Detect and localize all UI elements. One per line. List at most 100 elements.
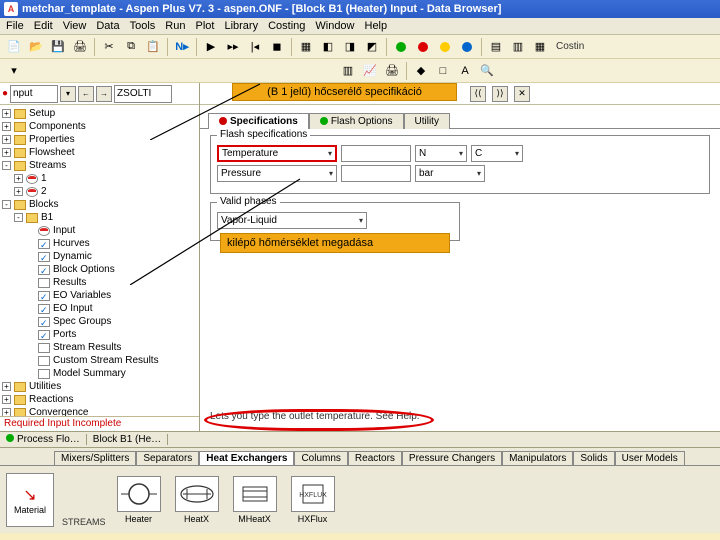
tree-node[interactable]: Input: [2, 224, 199, 237]
save-icon[interactable]: 💾: [48, 37, 68, 57]
tree-node[interactable]: EO Variables: [2, 289, 199, 302]
ptab-manip[interactable]: Manipulators: [502, 451, 573, 465]
nav-tree[interactable]: +Setup+Components+Properties+Flowsheet-S…: [0, 105, 199, 416]
ptab-separators[interactable]: Separators: [136, 451, 199, 465]
copy-icon[interactable]: ⧉: [121, 37, 141, 57]
nav-back-icon[interactable]: ←: [78, 86, 94, 102]
next-icon[interactable]: N▸: [172, 37, 192, 57]
palette-heatx[interactable]: HeatX: [172, 476, 222, 524]
ptab-heatx[interactable]: Heat Exchangers: [199, 451, 294, 465]
status-yellow-icon[interactable]: [435, 37, 455, 57]
collapse-icon[interactable]: ▾: [4, 61, 24, 81]
zoom-icon[interactable]: 🔍: [477, 61, 497, 81]
tree-node[interactable]: +Reactions: [2, 393, 199, 406]
ptab-columns[interactable]: Columns: [294, 451, 347, 465]
valid-phases-select[interactable]: Vapor-Liquid▾: [217, 212, 367, 229]
new-icon[interactable]: 📄: [4, 37, 24, 57]
text-icon[interactable]: A: [455, 61, 475, 81]
status-green-icon[interactable]: [391, 37, 411, 57]
cut-icon[interactable]: ✂: [99, 37, 119, 57]
tree-node[interactable]: Model Summary: [2, 367, 199, 380]
tree-node[interactable]: +Properties: [2, 133, 199, 146]
spec1-type-select[interactable]: Temperature▾: [217, 145, 337, 162]
spec2-unit-select[interactable]: bar▾: [415, 165, 485, 182]
grid1-icon[interactable]: ▤: [486, 37, 506, 57]
ptab-user[interactable]: User Models: [615, 451, 685, 465]
menu-window[interactable]: Window: [315, 20, 354, 32]
run-first-icon[interactable]: |◂: [245, 37, 265, 57]
menu-file[interactable]: File: [6, 20, 24, 32]
status-blue-icon[interactable]: [457, 37, 477, 57]
spec1-unit1-select[interactable]: N▾: [415, 145, 467, 162]
ptab-solids[interactable]: Solids: [573, 451, 614, 465]
run-pause-icon[interactable]: ◼: [267, 37, 287, 57]
menu-run[interactable]: Run: [165, 20, 185, 32]
open-icon[interactable]: 📂: [26, 37, 46, 57]
tree-node[interactable]: Results: [2, 276, 199, 289]
nav-fwd-icon[interactable]: →: [96, 86, 112, 102]
tree-node[interactable]: -Streams: [2, 159, 199, 172]
menu-plot[interactable]: Plot: [195, 20, 214, 32]
ptab-reactors[interactable]: Reactors: [348, 451, 402, 465]
tree-node[interactable]: +Convergence: [2, 406, 199, 416]
palette-mheatx[interactable]: MHeatX: [230, 476, 280, 524]
tree-node[interactable]: +Setup: [2, 107, 199, 120]
scope-dropdown-icon[interactable]: ▾: [60, 86, 76, 102]
menu-help[interactable]: Help: [365, 20, 388, 32]
form-close-icon[interactable]: ✕: [514, 86, 530, 102]
run-start-icon[interactable]: ▶: [201, 37, 221, 57]
tree-node[interactable]: Dynamic: [2, 250, 199, 263]
tree-node[interactable]: +Flowsheet: [2, 146, 199, 159]
tree-node[interactable]: -Blocks: [2, 198, 199, 211]
tree-node[interactable]: Spec Groups: [2, 315, 199, 328]
printer2-icon[interactable]: 🖨: [382, 61, 402, 81]
run-step-icon[interactable]: ▸▸: [223, 37, 243, 57]
form-nav-right-icon[interactable]: ⟩⟩: [492, 86, 508, 102]
palette-heater[interactable]: Heater: [114, 476, 164, 524]
control-icon[interactable]: ◧: [318, 37, 338, 57]
units-combo[interactable]: ZSOLTI: [114, 85, 172, 103]
block-icon[interactable]: □: [433, 61, 453, 81]
streams-button[interactable]: ↘ Material: [6, 473, 54, 527]
tree-node[interactable]: Ports: [2, 328, 199, 341]
paste-icon[interactable]: 📋: [143, 37, 163, 57]
tree-node[interactable]: +2: [2, 185, 199, 198]
history-icon[interactable]: ◩: [362, 37, 382, 57]
tab-flash-options[interactable]: Flash Options: [309, 113, 404, 129]
flowsheet-icon[interactable]: ▦: [296, 37, 316, 57]
menu-costing[interactable]: Costing: [268, 20, 305, 32]
tree-node[interactable]: EO Input: [2, 302, 199, 315]
palette-hxflux[interactable]: HXFLUX HXFlux: [288, 476, 338, 524]
spec1-value-input[interactable]: [341, 145, 411, 162]
tree-node[interactable]: -B1: [2, 211, 199, 224]
filter-icon[interactable]: ●: [2, 88, 8, 99]
spec2-type-select[interactable]: Pressure▾: [217, 165, 337, 182]
spec2-value-input[interactable]: [341, 165, 411, 182]
menu-edit[interactable]: Edit: [34, 20, 53, 32]
tab-utility[interactable]: Utility: [404, 113, 450, 129]
status-red-icon[interactable]: [413, 37, 433, 57]
status-seg1[interactable]: Process Flo…: [0, 434, 87, 445]
tab-specifications[interactable]: Specifications: [208, 113, 309, 129]
results-icon[interactable]: ◨: [340, 37, 360, 57]
tree-node[interactable]: +1: [2, 172, 199, 185]
tree-node[interactable]: +Utilities: [2, 380, 199, 393]
tree-node[interactable]: Hcurves: [2, 237, 199, 250]
tree-node[interactable]: Block Options: [2, 263, 199, 276]
chart-icon[interactable]: 📈: [360, 61, 380, 81]
ptab-pressure[interactable]: Pressure Changers: [402, 451, 502, 465]
print-icon[interactable]: 🖨: [70, 37, 90, 57]
menu-tools[interactable]: Tools: [130, 20, 156, 32]
sheet-icon[interactable]: ▥: [338, 61, 358, 81]
tree-node[interactable]: Stream Results: [2, 341, 199, 354]
grid2-icon[interactable]: ▥: [508, 37, 528, 57]
grid3-icon[interactable]: ▦: [530, 37, 550, 57]
tree-node[interactable]: Custom Stream Results: [2, 354, 199, 367]
scope-combo[interactable]: nput: [10, 85, 58, 103]
stream-icon[interactable]: ◆: [411, 61, 431, 81]
menu-view[interactable]: View: [63, 20, 87, 32]
menu-library[interactable]: Library: [224, 20, 258, 32]
ptab-mixers[interactable]: Mixers/Splitters: [54, 451, 136, 465]
form-nav-left-icon[interactable]: ⟨⟨: [470, 86, 486, 102]
spec1-unit2-select[interactable]: C▾: [471, 145, 523, 162]
